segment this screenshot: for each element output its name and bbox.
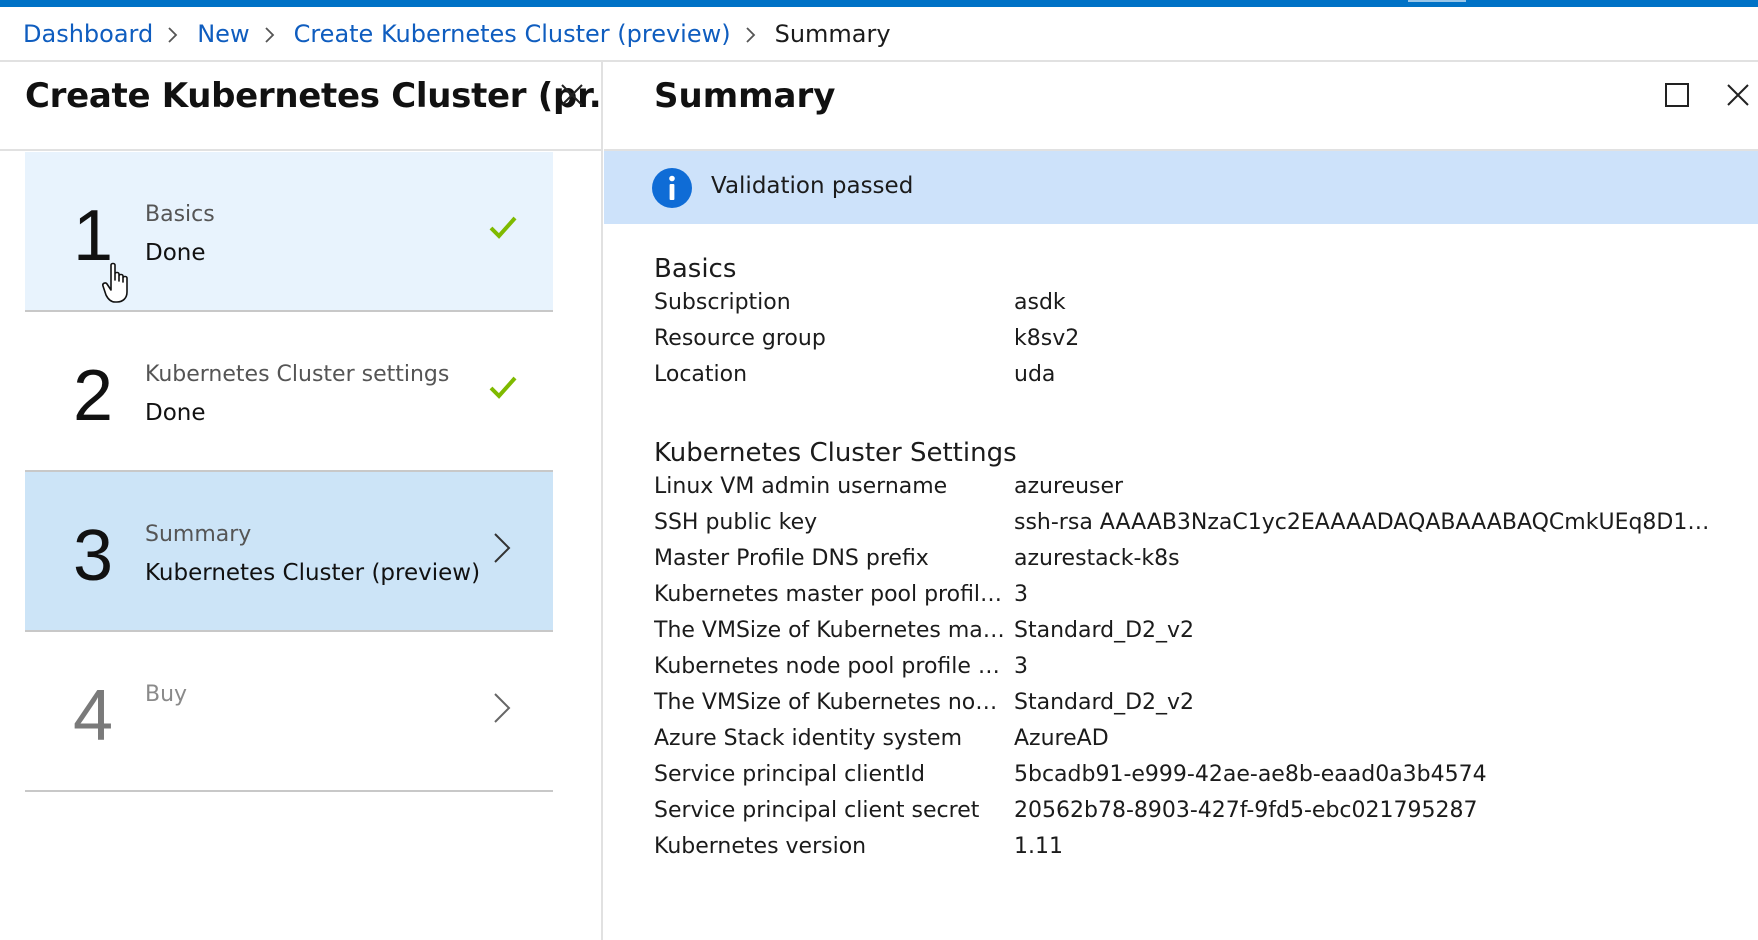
row-value: 5bcadb91-e999-42ae-ae8b-eaad0a3b4574: [1014, 762, 1487, 787]
row-value: Standard_D2_v2: [1014, 690, 1195, 715]
breadcrumb: Dashboard New Create Kubernetes Cluster …: [23, 20, 891, 48]
row-value: azureuser: [1014, 474, 1124, 499]
breadcrumb-current: Summary: [774, 20, 891, 48]
row-label: Azure Stack identity system: [654, 726, 962, 751]
close-icon[interactable]: [1722, 79, 1754, 111]
validation-message: Validation passed: [711, 173, 914, 199]
step-number: 3: [73, 516, 114, 596]
top-bar-accent: [1408, 0, 1466, 2]
row-label: Service principal client secret: [654, 798, 980, 823]
step-status: Done: [145, 400, 206, 426]
step-title: Kubernetes Cluster settings: [145, 362, 450, 387]
step-status: Done: [145, 240, 206, 266]
row-label: Subscription: [654, 290, 791, 315]
row-label: Linux VM admin username: [654, 474, 948, 499]
breadcrumb-dashboard[interactable]: Dashboard: [23, 20, 153, 48]
chevron-right-icon: [153, 22, 197, 46]
summary-blade: Summary Validation passed Basics Subscri…: [604, 62, 1758, 940]
row-value: ssh-rsa AAAAB3NzaC1yc2EAAAADAQABAAABAQCm…: [1014, 510, 1710, 535]
section-basics-heading: Basics: [654, 254, 737, 284]
row-label: Location: [654, 362, 748, 387]
step-number: 1: [73, 196, 114, 276]
chevron-right-icon: [250, 22, 294, 46]
row-label: Kubernetes master pool profile ...: [654, 582, 1009, 607]
maximize-icon[interactable]: [1664, 82, 1690, 108]
row-value: asdk: [1014, 290, 1066, 315]
step-basics[interactable]: 1 Basics Done: [25, 152, 553, 312]
breadcrumb-new[interactable]: New: [197, 20, 249, 48]
row-value: k8sv2: [1014, 326, 1080, 351]
breadcrumb-bar: Dashboard New Create Kubernetes Cluster …: [0, 7, 1758, 62]
chevron-right-icon: [491, 690, 513, 726]
step-title: Summary: [145, 522, 252, 547]
row-value: AzureAD: [1014, 726, 1109, 751]
row-label: The VMSize of Kubernetes nod...: [654, 690, 1009, 715]
step-title: Buy: [145, 682, 188, 707]
row-value: 3: [1014, 654, 1028, 679]
section-cluster-settings-heading: Kubernetes Cluster Settings: [654, 438, 1017, 468]
row-label: Service principal clientId: [654, 762, 926, 787]
create-cluster-blade: Create Kubernetes Cluster (pr... 1 Basic…: [0, 62, 627, 940]
row-label: Kubernetes version: [654, 834, 867, 859]
step-number: 4: [73, 676, 114, 756]
row-label: Master Profile DNS prefix: [654, 546, 929, 571]
step-summary[interactable]: 3 Summary Kubernetes Cluster (preview): [25, 472, 553, 632]
chevron-right-icon: [731, 22, 775, 46]
step-kubernetes-cluster-settings[interactable]: 2 Kubernetes Cluster settings Done: [25, 312, 553, 472]
step-number: 2: [73, 356, 114, 436]
row-label: SSH public key: [654, 510, 818, 535]
chevron-right-icon: [491, 530, 513, 566]
row-value: 3: [1014, 582, 1028, 607]
summary-title: Summary: [654, 76, 836, 116]
portal-top-bar: [0, 0, 1758, 7]
row-value: azurestack-k8s: [1014, 546, 1180, 571]
checkmark-icon: [487, 212, 519, 244]
wizard-steps: 1 Basics Done 2 Kubernetes Cluster setti…: [25, 152, 553, 792]
info-icon: [652, 168, 692, 208]
row-label: Kubernetes node pool profile c...: [654, 654, 1009, 679]
checkmark-icon: [487, 372, 519, 404]
row-value: 20562b78-8903-427f-9fd5-ebc021795287: [1014, 798, 1478, 823]
row-value: uda: [1014, 362, 1056, 387]
step-title: Basics: [145, 202, 215, 227]
row-value: Standard_D2_v2: [1014, 618, 1195, 643]
row-label: The VMSize of Kubernetes mas...: [654, 618, 1009, 643]
step-buy[interactable]: 4 Buy: [25, 632, 553, 792]
row-label: Resource group: [654, 326, 826, 351]
blade-title: Create Kubernetes Cluster (pr...: [25, 76, 627, 116]
divider: [0, 149, 601, 151]
step-subtitle: Kubernetes Cluster (preview): [145, 560, 481, 586]
close-icon[interactable]: [556, 79, 588, 111]
breadcrumb-create-kubernetes-cluster[interactable]: Create Kubernetes Cluster (preview): [294, 20, 731, 48]
validation-banner: Validation passed: [604, 151, 1758, 224]
row-value: 1.11: [1014, 834, 1063, 859]
